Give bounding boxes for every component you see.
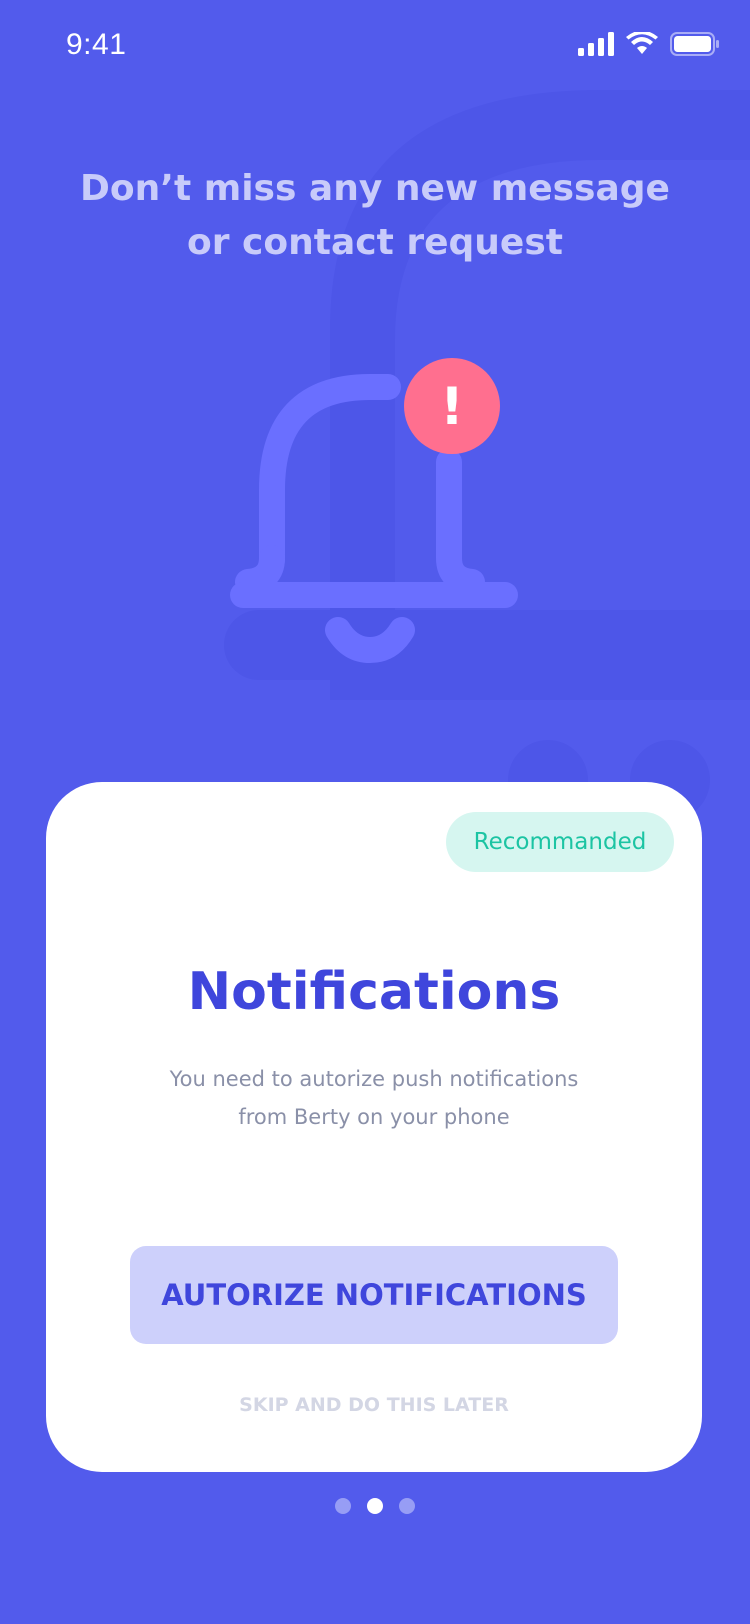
exclamation-icon: ! — [404, 358, 500, 454]
card-title: Notifications — [187, 962, 561, 1022]
status-icons — [578, 32, 720, 56]
headline-line-1: Don’t miss any new message — [80, 168, 670, 209]
battery-icon — [670, 32, 719, 56]
cellular-signal-icon — [578, 32, 614, 56]
status-bar: 9:41 — [0, 0, 750, 96]
wifi-icon — [626, 32, 658, 54]
page-dot-3[interactable] — [399, 1498, 415, 1514]
headline-line-2: or contact request — [187, 222, 563, 263]
exclamation-symbol: ! — [440, 377, 464, 437]
headline: Don’t miss any new message or contact re… — [0, 162, 750, 270]
authorize-notifications-button[interactable]: AUTORIZE NOTIFICATIONS — [130, 1246, 618, 1344]
card-description-line-1: You need to autorize push notifications — [169, 1067, 579, 1091]
notifications-onboarding-screen: 9:41 Don’t miss any new message or conta — [0, 0, 750, 1624]
page-dot-2-active[interactable] — [367, 1498, 383, 1514]
card-description-line-2: from Berty on your phone — [238, 1105, 510, 1129]
page-dot-1[interactable] — [335, 1498, 351, 1514]
recommended-badge: Recommanded — [446, 812, 674, 872]
card-description: You need to autorize push notifications … — [46, 1060, 702, 1136]
status-time: 9:41 — [66, 28, 127, 61]
page-indicator — [0, 1498, 750, 1514]
skip-link[interactable]: SKIP AND DO THIS LATER — [46, 1394, 702, 1416]
notifications-card: Recommanded Notifications You need to au… — [46, 782, 702, 1472]
